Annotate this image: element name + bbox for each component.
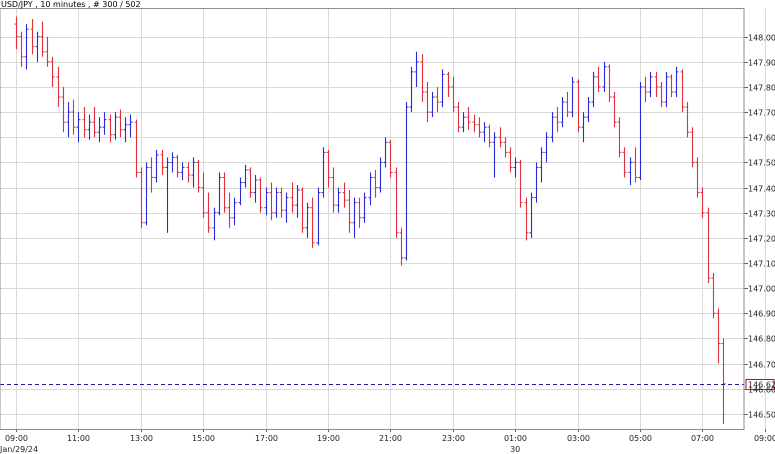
x-tick-label: 09:00 <box>754 434 775 443</box>
date-label: Jan/29/24 <box>0 445 38 454</box>
y-tick-label: 147.50 <box>748 159 775 168</box>
y-tick-label: 147.20 <box>748 235 775 244</box>
y-tick-label: 147.10 <box>748 260 775 269</box>
chart-title: USD/JPY , 10 minutes , # 300 / 502 <box>1 0 141 9</box>
y-tick-label: 147.80 <box>748 84 775 93</box>
y-tick-label: 146.80 <box>748 335 775 344</box>
y-tick-label: 147.60 <box>748 134 775 143</box>
y-tick-label: 147.00 <box>748 285 775 294</box>
x-tick-label: 11:00 <box>67 434 90 443</box>
y-tick-label: 146.70 <box>748 361 775 370</box>
x-tick-label: 23:00 <box>442 434 465 443</box>
y-tick-label: 146.50 <box>748 411 775 420</box>
x-tick-label: 07:00 <box>691 434 714 443</box>
x-tick-label: 19:00 <box>317 434 340 443</box>
y-tick-label: 146.60 <box>748 386 775 395</box>
x-tick-label: 21:00 <box>379 434 402 443</box>
x-tick-label: 15:00 <box>192 434 215 443</box>
x-tick-label: 01:00 <box>504 434 527 443</box>
y-tick-label: 148.00 <box>748 34 775 43</box>
date-label: 30 <box>510 445 520 454</box>
y-tick-label: 146.90 <box>748 310 775 319</box>
y-tick-label: 147.30 <box>748 210 775 219</box>
y-tick-label: 147.40 <box>748 185 775 194</box>
x-tick-label: 13:00 <box>130 434 153 443</box>
y-tick-label: 147.70 <box>748 109 775 118</box>
ohlc-chart: 146.62 148.00147.90147.80147.70147.60147… <box>0 0 775 454</box>
y-tick-label: 147.90 <box>748 59 775 68</box>
x-tick-label: 17:00 <box>255 434 278 443</box>
x-tick-label: 09:00 <box>5 434 28 443</box>
x-tick-label: 03:00 <box>567 434 590 443</box>
x-tick-label: 05:00 <box>629 434 652 443</box>
chart-background <box>0 0 775 454</box>
